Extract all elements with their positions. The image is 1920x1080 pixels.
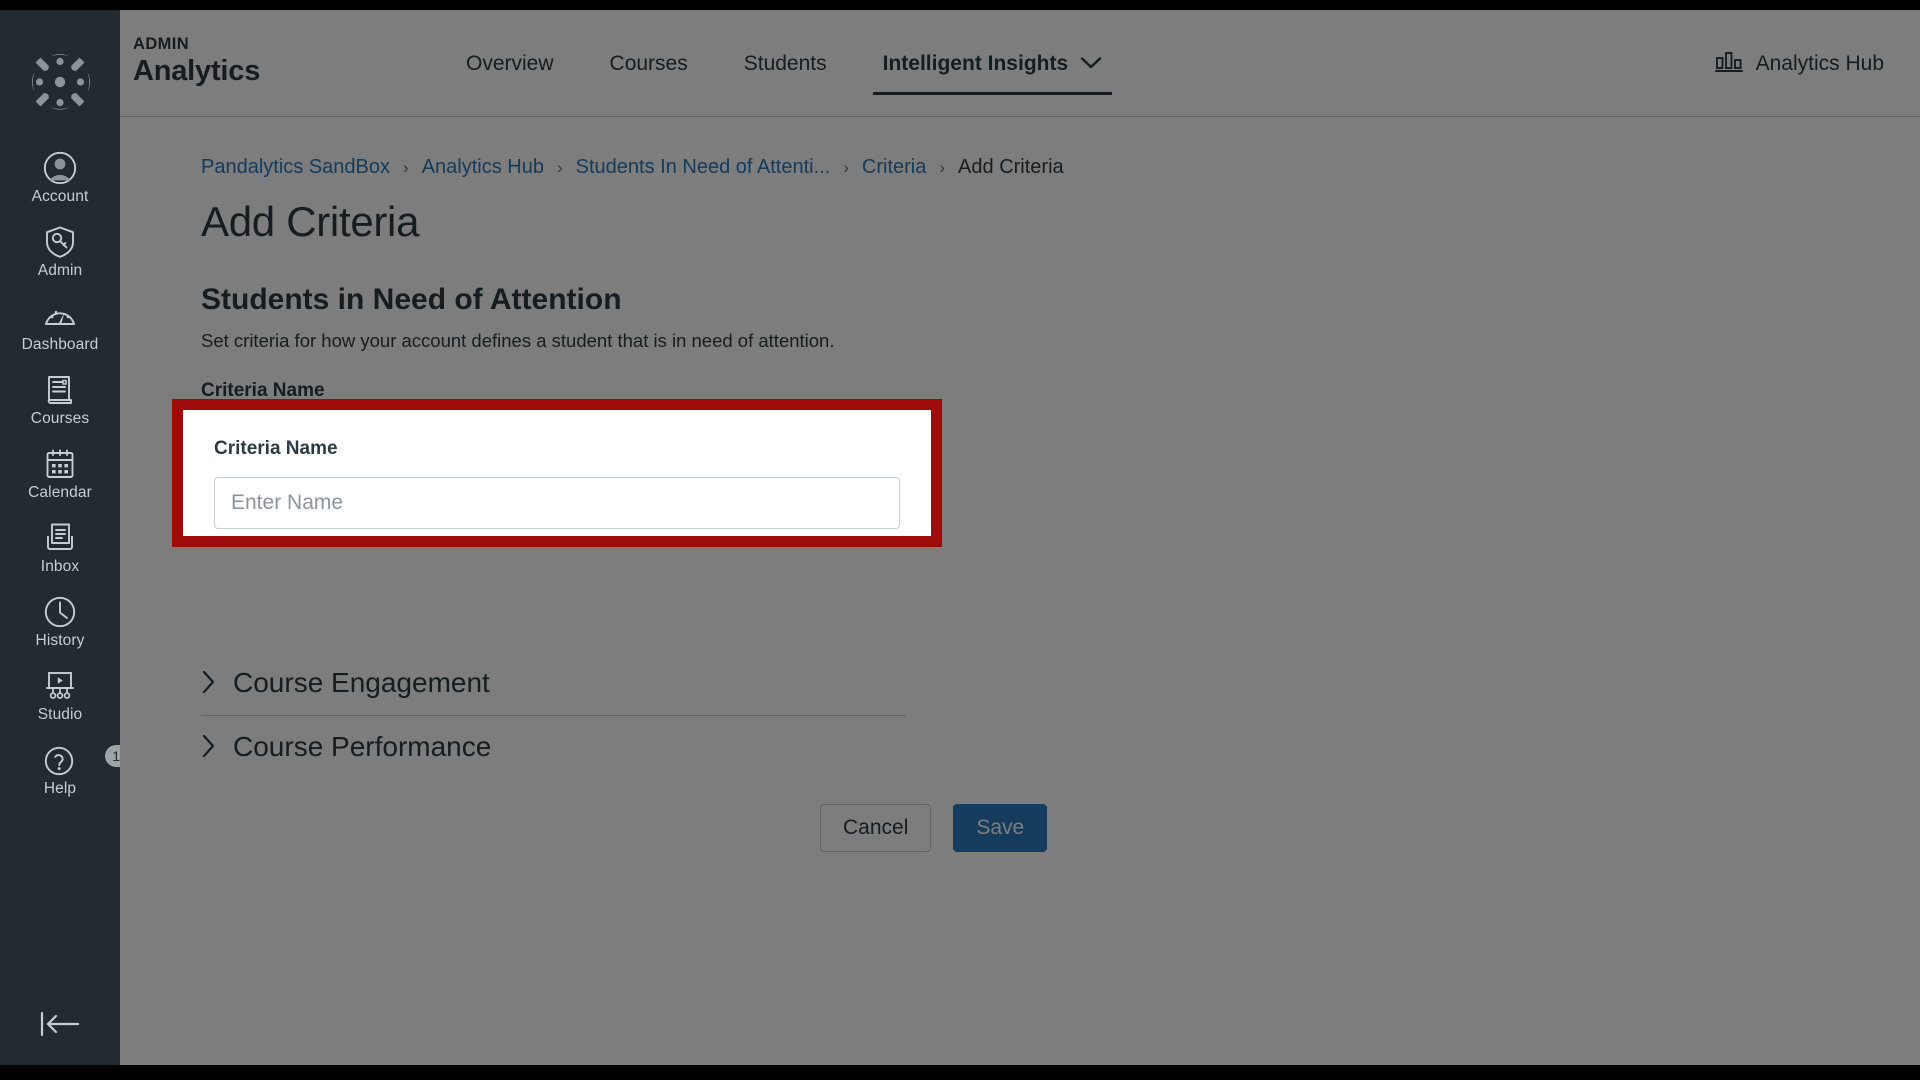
breadcrumb-separator-icon: › — [939, 157, 946, 177]
screenshot-frame: ADMIN Analytics Overview Courses Student… — [0, 0, 1920, 1080]
sidebar-item-calendar[interactable]: Calendar — [0, 438, 120, 512]
breadcrumb-separator-icon: › — [843, 157, 849, 177]
page-title: Add Criteria — [201, 198, 420, 245]
analytics-app-header: ADMIN Analytics Overview Courses Student… — [120, 10, 1920, 117]
breadcrumb: Pandalytics SandBox › Analytics Hub › St… — [201, 156, 1064, 179]
section-title: Students in Need of Attention — [201, 283, 622, 316]
breadcrumb-item-analytics-hub[interactable]: Analytics Hub — [422, 156, 544, 179]
sidebar-item-courses[interactable]: Courses — [0, 364, 120, 438]
sidebar-item-admin-label: Admin — [37, 262, 83, 279]
app-brand: ADMIN Analytics — [133, 34, 323, 89]
sidebar-item-dashboard[interactable]: Dashboard — [0, 290, 120, 364]
page-content: Pandalytics SandBox › Analytics Hub › St… — [120, 118, 1920, 1065]
sidebar-item-dashboard-label: Dashboard — [21, 336, 99, 353]
question-circle-icon: 10 — [43, 743, 135, 777]
breadcrumb-item-current: Add Criteria — [958, 156, 1064, 178]
sidebar-item-inbox[interactable]: Inbox — [0, 512, 120, 586]
criteria-name-input[interactable] — [214, 477, 900, 529]
chevron-right-icon — [201, 669, 217, 698]
canvas-logo-icon[interactable] — [26, 48, 94, 116]
global-navigation-sidebar: Account Admin Dashboard Courses Calendar… — [0, 10, 135, 1065]
global-nav-list: Account Admin Dashboard Courses Calendar… — [0, 142, 135, 808]
analytics-hub-label: Analytics Hub — [1755, 51, 1884, 75]
tab-intelligent-insights-label: Intelligent Insights — [882, 51, 1069, 75]
section-toggle-course-performance-label: Course Performance — [233, 731, 492, 762]
browser-viewport: ADMIN Analytics Overview Courses Student… — [0, 10, 1920, 1065]
brand-eyebrow: ADMIN — [133, 35, 190, 53]
calendar-icon — [43, 447, 77, 481]
inbox-tray-icon — [43, 521, 77, 555]
chevron-down-icon — [1080, 52, 1102, 76]
criteria-name-label: Criteria Name — [214, 438, 338, 459]
section-toggle-course-engagement-label: Course Engagement — [233, 667, 490, 698]
form-actions: Cancel Save — [820, 804, 1048, 852]
book-icon — [43, 373, 77, 407]
studio-screen-icon — [43, 669, 77, 703]
tab-courses[interactable]: Courses — [582, 10, 716, 117]
sidebar-item-studio[interactable]: Studio — [0, 660, 120, 734]
tab-overview[interactable]: Overview — [438, 10, 582, 117]
tab-courses-label: Courses — [609, 51, 688, 75]
analytics-hub-link[interactable]: Analytics Hub — [1714, 10, 1884, 117]
tab-students-label: Students — [743, 51, 827, 75]
speedometer-icon — [43, 299, 77, 333]
section-toggle-course-performance[interactable]: Course Performance — [201, 719, 906, 779]
tab-overview-label: Overview — [466, 51, 554, 75]
sidebar-item-account-label: Account — [31, 188, 89, 205]
breadcrumb-separator-icon: › — [403, 157, 409, 177]
bar-chart-icon — [1714, 49, 1743, 79]
collapse-global-nav-button[interactable] — [0, 1003, 120, 1047]
sidebar-item-studio-label: Studio — [37, 706, 83, 723]
tab-students[interactable]: Students — [716, 10, 855, 117]
sidebar-item-help[interactable]: 10 Help — [0, 734, 135, 808]
breadcrumb-item-criteria[interactable]: Criteria — [862, 156, 926, 179]
breadcrumb-separator-icon: › — [556, 157, 563, 177]
annotation-highlight-box: Criteria Name — [172, 399, 942, 547]
sidebar-item-help-label: Help — [43, 780, 77, 797]
sidebar-item-calendar-label: Calendar — [28, 484, 92, 501]
section-description: Set criteria for how your account define… — [201, 330, 835, 351]
shield-key-icon — [43, 225, 77, 259]
criteria-name-field-group-highlighted: Criteria Name — [183, 410, 931, 536]
save-button[interactable]: Save — [953, 804, 1048, 852]
clock-icon — [43, 595, 77, 629]
sidebar-item-courses-label: Courses — [30, 410, 90, 427]
chevron-right-icon — [201, 733, 217, 762]
sidebar-item-history[interactable]: History — [0, 586, 120, 660]
sidebar-item-inbox-label: Inbox — [40, 558, 80, 575]
user-circle-icon — [43, 151, 77, 185]
breadcrumb-item-pandalytics-sandbox[interactable]: Pandalytics SandBox — [201, 156, 390, 179]
sidebar-item-admin[interactable]: Admin — [0, 216, 120, 290]
sidebar-item-account[interactable]: Account — [0, 142, 120, 216]
brand-title: Analytics — [133, 55, 261, 87]
section-toggle-course-engagement[interactable]: Course Engagement — [201, 655, 906, 716]
app-tab-nav: Overview Courses Students Intelligent In… — [438, 10, 1130, 117]
cancel-button[interactable]: Cancel — [820, 804, 932, 852]
tab-intelligent-insights[interactable]: Intelligent Insights — [855, 10, 1131, 117]
collapse-left-arrow-icon — [37, 1010, 83, 1041]
breadcrumb-item-students-in-need-of-attention[interactable]: Students In Need of Attenti... — [576, 156, 831, 179]
sidebar-item-history-label: History — [35, 632, 85, 649]
